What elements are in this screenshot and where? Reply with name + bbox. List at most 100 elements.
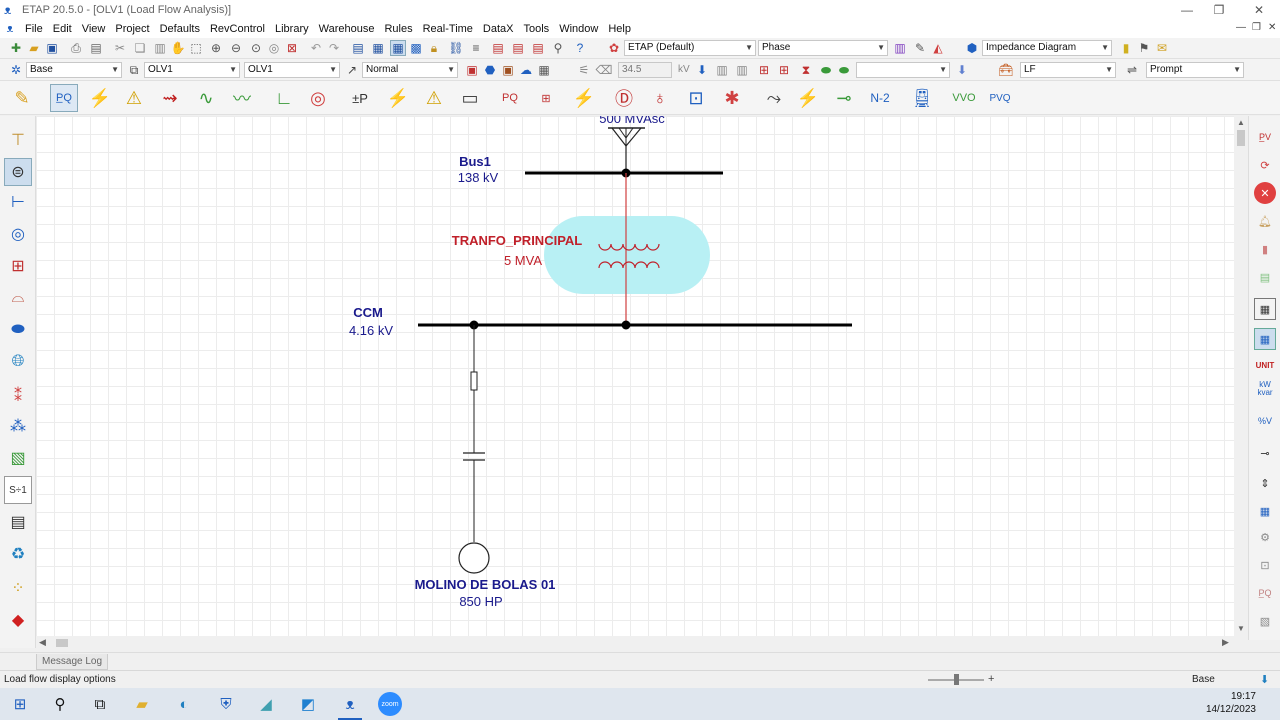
menu-rules[interactable]: Rules <box>379 23 417 35</box>
search-icon[interactable]: ⚲ <box>48 692 72 716</box>
case-icon[interactable]: ▣ <box>500 62 516 78</box>
one-line-diagram-canvas[interactable]: 500 MVAsc Bus1 138 kV TRANFO_PRINCIPAL 5… <box>36 116 1234 636</box>
zoom-slider-thumb[interactable] <box>954 674 959 685</box>
gis-icon[interactable]: 🌐︎ <box>4 348 32 376</box>
menu-window[interactable]: Window <box>554 23 603 35</box>
active-display-icon[interactable]: ▦ <box>1254 328 1276 350</box>
coordination-icon[interactable]: ◎ <box>304 84 332 112</box>
switch-icon[interactable]: ⤳ <box>760 84 788 112</box>
close-button[interactable]: ✕ <box>1240 0 1278 20</box>
cut-icon[interactable]: ✂ <box>112 40 128 56</box>
one-line-edit-icon[interactable]: ⊜ <box>4 158 32 186</box>
fuse-icon[interactable] <box>470 371 478 391</box>
scroll-right-icon[interactable]: ▶ <box>1222 637 1229 648</box>
unit-label[interactable]: UNIT <box>1254 354 1276 376</box>
arc-flash-icon[interactable]: ⚠ <box>120 84 148 112</box>
zoom-in-icon[interactable]: ⊕ <box>208 40 224 56</box>
bus-display-icon[interactable]: ⊸ <box>1254 442 1276 464</box>
pq-display-icon[interactable]: P̲Q <box>1254 582 1276 604</box>
protective-device-icon[interactable]: ∟ <box>270 84 298 112</box>
report-icon[interactable]: ▤ <box>530 40 546 56</box>
mdi-restore-button[interactable]: ❐ <box>1252 22 1261 33</box>
pan-hand-icon[interactable]: ✋ <box>170 40 186 56</box>
diagram-type-combo[interactable]: Impedance Diagram ▼ <box>982 40 1112 56</box>
zoom-app-icon[interactable]: zoom <box>378 692 402 716</box>
new-project-icon[interactable]: ✚ <box>8 40 24 56</box>
text-box-icon[interactable]: ▤ <box>350 40 366 56</box>
battery-icon[interactable]: ▭ <box>456 84 484 112</box>
schedule-report-icon[interactable]: ▤ <box>490 40 506 56</box>
menu-defaults[interactable]: Defaults <box>155 23 205 35</box>
horizontal-scroll-thumb[interactable] <box>56 639 68 647</box>
zoom-window-icon[interactable]: ⬚ <box>188 40 204 56</box>
revision-combo[interactable]: OLV1 ▼ <box>244 62 340 78</box>
palette-icon[interactable]: ◭ <box>930 40 946 56</box>
ground-grid-icon[interactable]: ⚠ <box>420 84 448 112</box>
undo-icon[interactable]: ↶ <box>308 40 324 56</box>
file-explorer-icon[interactable]: ▰ <box>130 692 154 716</box>
protect-icon[interactable]: ⧗ <box>798 62 814 78</box>
output-report-combo[interactable]: Prompt ▼ <box>1146 62 1244 78</box>
color-theme-icon[interactable]: ▥ <box>892 40 908 56</box>
maximize-button[interactable]: ❐ <box>1200 0 1238 20</box>
vertical-scroll-thumb[interactable] <box>1237 130 1245 146</box>
scroll-down-icon[interactable]: ▼ <box>1237 624 1245 633</box>
run-load-flow-icon[interactable]: P̲Q <box>50 84 78 112</box>
breaker-open-icon[interactable]: ⊸ <box>830 84 858 112</box>
underground-cable-icon[interactable]: ⬬ <box>4 316 32 344</box>
bus-select-icon[interactable]: ▥ <box>714 62 730 78</box>
menu-project[interactable]: Project <box>110 23 154 35</box>
redo-icon[interactable]: ↷ <box>326 40 342 56</box>
whiteboard-icon[interactable]: ◩ <box>296 692 320 716</box>
report-manager-icon[interactable]: ▤ <box>510 40 526 56</box>
save-icon[interactable]: ▣ <box>44 40 60 56</box>
percent-voltage-label[interactable]: %V <box>1254 410 1276 432</box>
menu-help[interactable]: Help <box>603 23 636 35</box>
short-circuit-icon[interactable]: ⚡ <box>86 84 114 112</box>
dc-arc-flash-icon[interactable]: ♁ <box>646 84 674 112</box>
vvo-icon[interactable]: VVO <box>950 84 978 112</box>
etap-taskbar-icon[interactable]: ᴥ <box>338 692 362 716</box>
study-mode-icon[interactable]: ⬣ <box>482 62 498 78</box>
theme-icon[interactable]: ≡ <box>468 40 484 56</box>
harmonic-icon[interactable]: ∿ <box>192 84 220 112</box>
recycle-bin-icon[interactable]: ♻ <box>4 540 32 568</box>
relay-icon[interactable]: ⊞ <box>4 252 32 280</box>
note-icon[interactable]: ▮ <box>1118 40 1134 56</box>
edit-mode-icon[interactable]: ▣ <box>464 62 480 78</box>
optimal-power-flow-icon[interactable]: ±P <box>346 84 374 112</box>
configuration-combo[interactable]: Base ▼ <box>26 62 122 78</box>
notification-icon[interactable]: ⬇ <box>1260 673 1269 686</box>
paste-icon[interactable]: ▥ <box>152 40 168 56</box>
grid-display-icon[interactable]: ▦ <box>1254 500 1276 522</box>
menu-tools[interactable]: Tools <box>519 23 555 35</box>
utility-source[interactable] <box>608 127 645 173</box>
find-icon[interactable]: ⚲ <box>550 40 566 56</box>
open-folder-icon[interactable]: ▰ <box>26 40 42 56</box>
edge-browser-icon[interactable]: ◐ <box>172 692 196 716</box>
phase-combo[interactable]: Phase ▼ <box>758 40 888 56</box>
n2-contingency-icon[interactable]: N-2 <box>866 84 894 112</box>
check-continuity-icon[interactable]: ⊠ <box>284 40 300 56</box>
stop-icon[interactable]: ✕ <box>1254 182 1276 204</box>
voltage-icon[interactable]: ⚟ <box>576 62 592 78</box>
pin-icon[interactable]: ⚑ <box>1136 40 1152 56</box>
cloud-icon[interactable]: ☁ <box>518 62 534 78</box>
mdi-minimize-button[interactable]: — <box>1236 22 1246 33</box>
tie-icon[interactable]: ⊞ <box>756 62 772 78</box>
zoom-previous-icon[interactable]: ◎ <box>266 40 282 56</box>
menu-warehouse[interactable]: Warehouse <box>314 23 380 35</box>
panel-icon[interactable]: ⊡ <box>682 84 710 112</box>
ac-elements-icon[interactable]: ⊢ <box>4 188 32 216</box>
branch-display-icon[interactable]: ⇕ <box>1254 472 1276 494</box>
refresh-icon[interactable]: ⟳ <box>1254 154 1276 176</box>
menu-file[interactable]: File <box>20 23 48 35</box>
continuity-icon[interactable]: ▩ <box>408 40 424 56</box>
green-group-icon[interactable]: ⬬ <box>818 62 834 78</box>
start-icon[interactable]: ⊞ <box>8 692 32 716</box>
message-icon[interactable]: ✉ <box>1154 40 1170 56</box>
menu-view[interactable]: View <box>77 23 111 35</box>
pvq-icon[interactable]: PVQ <box>986 84 1014 112</box>
ladder-logic-icon[interactable]: S÷1 <box>4 476 32 504</box>
green-group2-icon[interactable]: ⬬ <box>836 62 852 78</box>
